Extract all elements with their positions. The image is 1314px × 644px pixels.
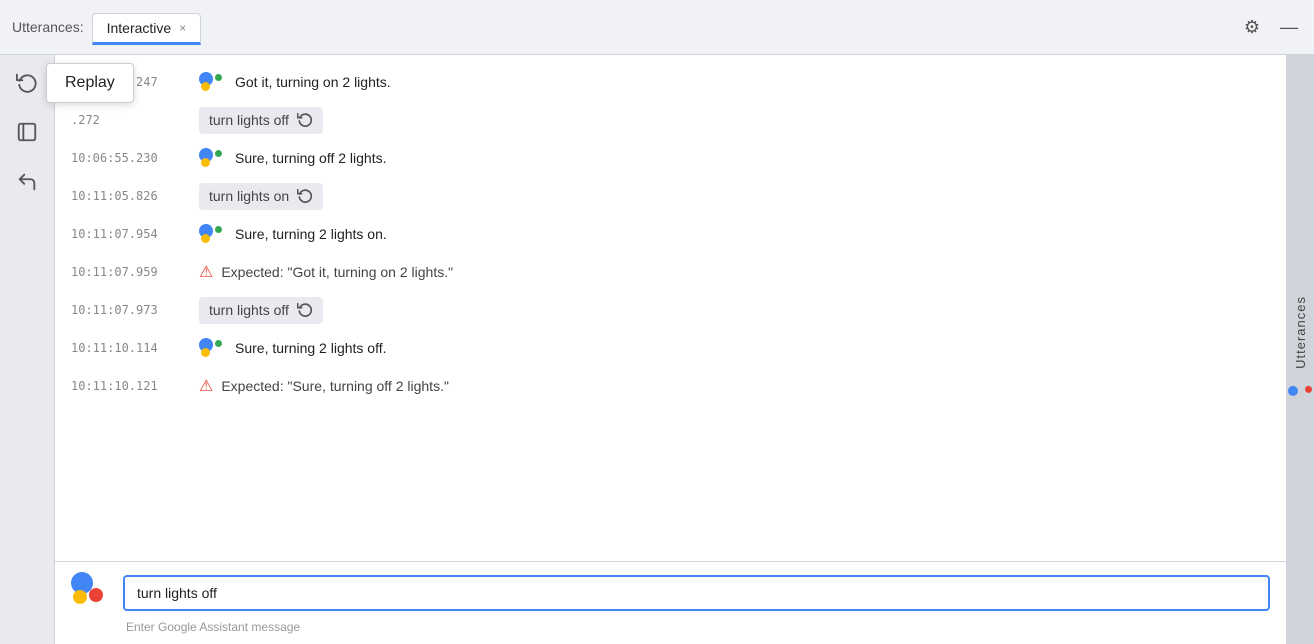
minimize-button[interactable]: — (1276, 13, 1302, 42)
replay-query-button[interactable] (297, 301, 313, 320)
avatar (199, 224, 227, 244)
replay-tooltip: Replay (46, 63, 134, 103)
error-text: Expected: "Got it, turning on 2 lights." (221, 264, 453, 280)
list-item: .272 turn lights off (55, 101, 1286, 139)
timestamp: 10:11:07.973 (71, 303, 191, 317)
timestamp: 10:11:05.826 (71, 189, 191, 203)
error-text: Expected: "Sure, turning off 2 lights." (221, 378, 449, 394)
query-text: turn lights off (209, 302, 289, 318)
error-icon: ⚠ (199, 376, 213, 396)
list-item: 10:11:07.959 ⚠ Expected: "Got it, turnin… (55, 253, 1286, 291)
avatar (199, 72, 227, 92)
list-item: 10:11:10.114 Sure, turning 2 lights off. (55, 329, 1286, 367)
user-query-box: turn lights on (199, 183, 323, 210)
timestamp: 10:11:07.959 (71, 265, 191, 279)
user-query-box: turn lights off (199, 297, 323, 324)
timestamp: 10:11:10.121 (71, 379, 191, 393)
avatar (199, 148, 227, 168)
list-item: 10:11:07.954 Sure, turning 2 lights on. (55, 215, 1286, 253)
list-item: 10:11:07.973 turn lights off (55, 291, 1286, 329)
tab-label: Interactive (107, 20, 172, 36)
list-item: 10:06:55.230 Sure, turning off 2 lights. (55, 139, 1286, 177)
replay-button[interactable] (10, 65, 44, 99)
title-bar: Utterances: Interactive × ⚙ — (0, 0, 1314, 55)
error-icon: ⚠ (199, 262, 213, 282)
input-area: Enter Google Assistant message (55, 561, 1286, 644)
message-text: Sure, turning 2 lights on. (235, 226, 1270, 242)
message-text: Got it, turning on 2 lights. (235, 74, 1270, 90)
list-item: 10:11:05.826 turn lights on (55, 177, 1286, 215)
title-bar-label: Utterances: (12, 19, 84, 35)
title-bar-actions: ⚙ — (1240, 13, 1302, 42)
message-text: Sure, turning 2 lights off. (235, 340, 1270, 356)
message-text: Sure, turning off 2 lights. (235, 150, 1270, 166)
messages-area: 10:04:36.247 Got it, turning on 2 lights… (55, 55, 1286, 561)
input-row (71, 572, 1270, 614)
user-query-box: turn lights off (199, 107, 323, 134)
content-panel: 10:04:36.247 Got it, turning on 2 lights… (55, 55, 1286, 644)
utterances-sidebar-label: Utterances (1293, 296, 1308, 403)
list-item: 10:04:36.247 Got it, turning on 2 lights… (55, 63, 1286, 101)
tooltip-text: Replay (65, 74, 115, 91)
replay-query-button[interactable] (297, 111, 313, 130)
query-text: turn lights on (209, 188, 289, 204)
main-area: Replay 10:04:36.247 (0, 55, 1314, 644)
save-button[interactable] (10, 115, 44, 149)
undo-button[interactable] (10, 165, 44, 199)
timestamp: .272 (71, 113, 191, 127)
assistant-avatar-large (71, 572, 113, 614)
settings-button[interactable]: ⚙ (1240, 13, 1264, 42)
timestamp: 10:11:10.114 (71, 341, 191, 355)
input-hint: Enter Google Assistant message (71, 620, 1270, 634)
message-input[interactable] (123, 575, 1270, 611)
avatar (199, 338, 227, 358)
right-sidebar[interactable]: Utterances (1286, 55, 1314, 644)
timestamp: 10:11:07.954 (71, 227, 191, 241)
left-sidebar: Replay (0, 55, 55, 644)
interactive-tab[interactable]: Interactive × (92, 13, 202, 45)
timestamp: 10:06:55.230 (71, 151, 191, 165)
tab-close-button[interactable]: × (179, 21, 186, 35)
list-item: 10:11:10.121 ⚠ Expected: "Sure, turning … (55, 367, 1286, 405)
query-text: turn lights off (209, 112, 289, 128)
replay-query-button[interactable] (297, 187, 313, 206)
